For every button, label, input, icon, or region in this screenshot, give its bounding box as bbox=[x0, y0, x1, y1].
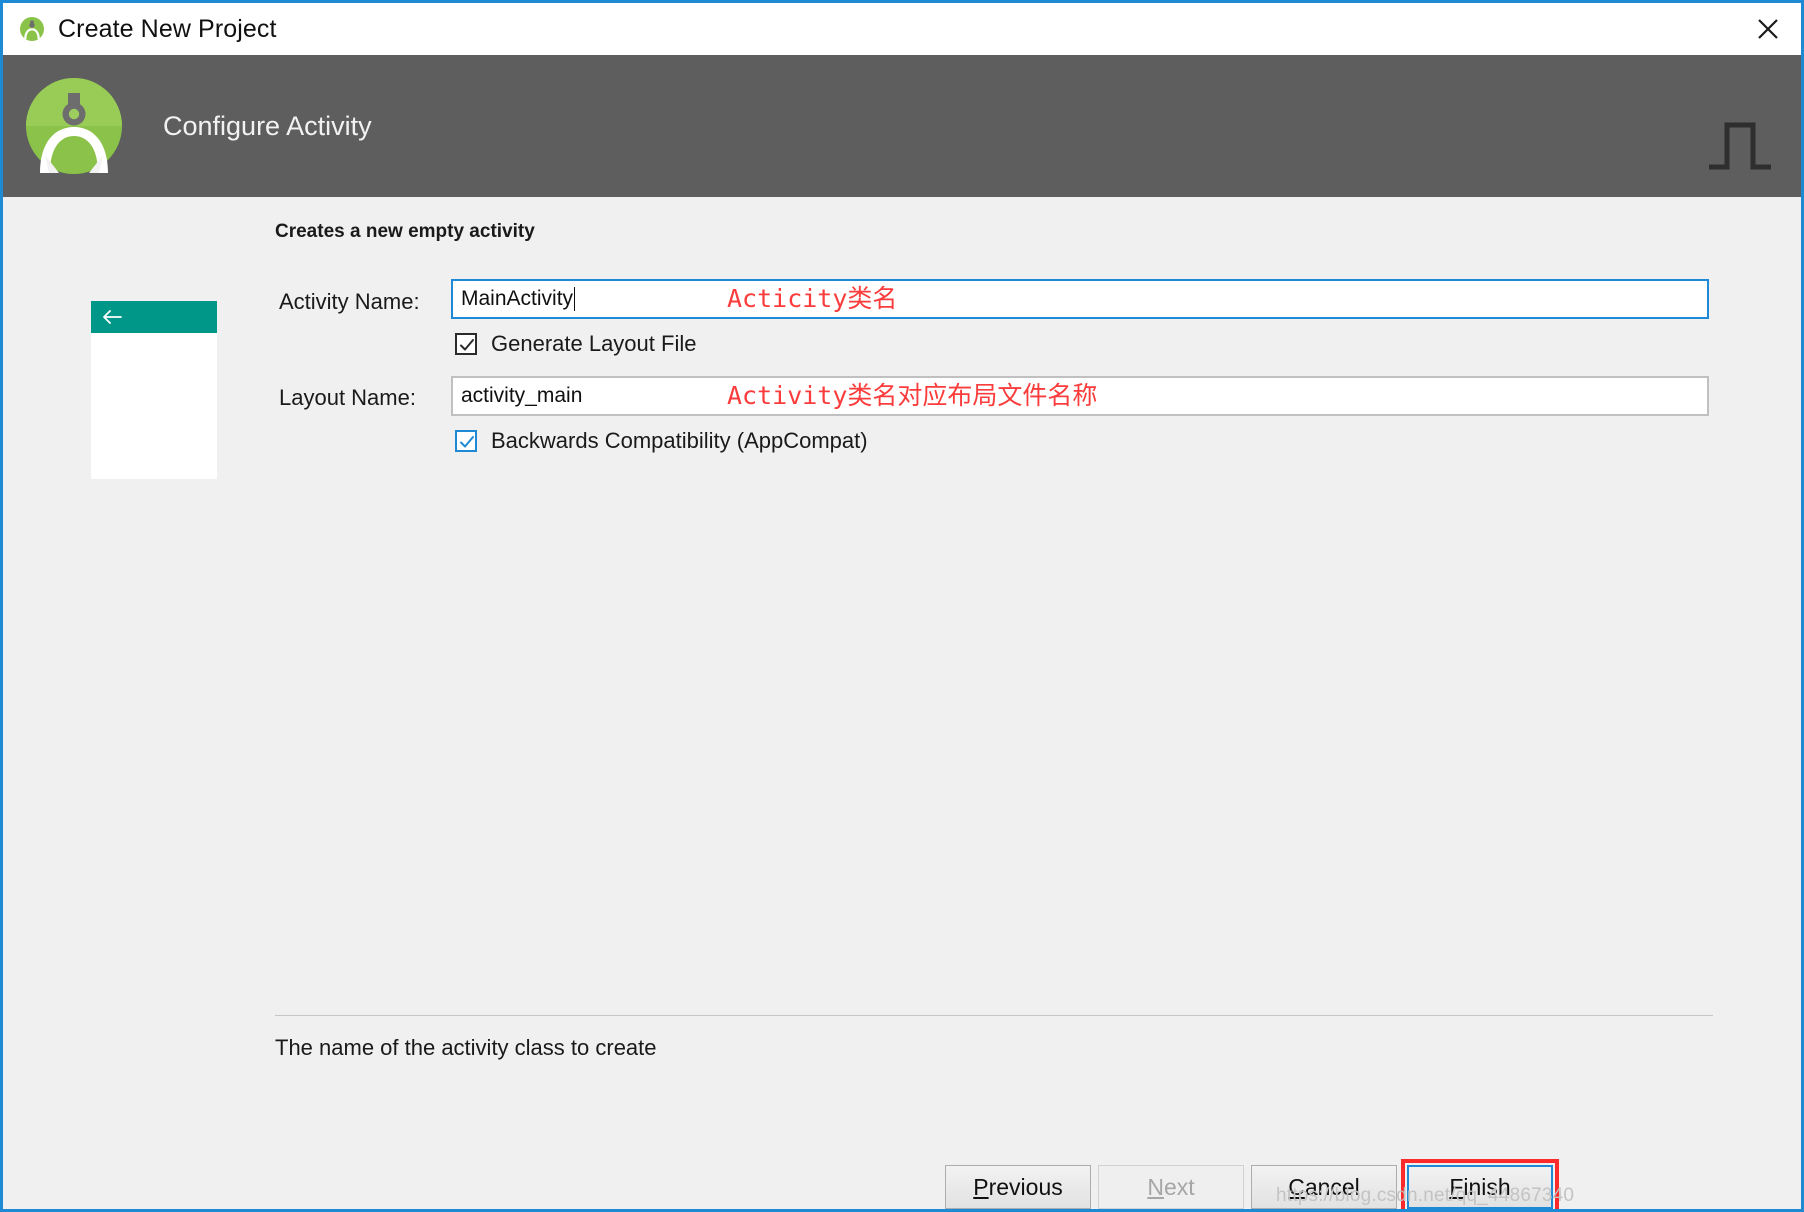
square-wave-icon bbox=[1708, 119, 1772, 171]
button-row: Previous Next Cancel Finish bbox=[3, 1165, 1801, 1209]
wizard-header: Configure Activity bbox=[3, 55, 1801, 197]
generate-layout-file-checkbox[interactable]: Generate Layout File bbox=[455, 331, 696, 357]
android-studio-icon bbox=[19, 16, 45, 42]
next-button-mnemonic: N bbox=[1147, 1173, 1164, 1200]
checkmark-icon bbox=[460, 339, 474, 351]
cancel-button-label: ancel bbox=[1304, 1173, 1360, 1200]
create-new-project-dialog: Create New Project Configure Activity Cr… bbox=[0, 0, 1804, 1212]
window-title: Create New Project bbox=[58, 14, 277, 43]
previous-button[interactable]: Previous bbox=[945, 1165, 1091, 1209]
next-button: Next bbox=[1098, 1165, 1244, 1209]
footer-divider bbox=[275, 1015, 1713, 1016]
layout-name-value: activity_main bbox=[461, 384, 583, 407]
layout-name-label: Layout Name: bbox=[279, 385, 416, 410]
layout-name-input[interactable]: activity_main bbox=[451, 376, 1709, 416]
section-caption: Creates a new empty activity bbox=[275, 221, 535, 242]
finish-button-mnemonic: F bbox=[1449, 1173, 1464, 1200]
checkmark-icon bbox=[460, 436, 474, 448]
title-bar: Create New Project bbox=[3, 3, 1801, 55]
checkbox-label: Generate Layout File bbox=[491, 331, 697, 356]
android-studio-logo bbox=[25, 77, 123, 175]
preview-appbar bbox=[91, 301, 217, 333]
checkbox-box bbox=[455, 333, 477, 355]
close-icon[interactable] bbox=[1735, 3, 1801, 55]
activity-name-input[interactable]: MainActivity bbox=[451, 279, 1709, 319]
finish-button[interactable]: Finish bbox=[1407, 1165, 1553, 1209]
wizard-body: Creates a new empty activity Activity Na… bbox=[3, 197, 1801, 1209]
checkbox-label: Backwards Compatibility (AppCompat) bbox=[491, 428, 868, 453]
activity-name-value: MainActivity bbox=[461, 287, 574, 310]
activity-preview-thumbnail bbox=[91, 301, 217, 479]
cancel-button-mnemonic: C bbox=[1288, 1173, 1305, 1200]
backwards-compatibility-checkbox[interactable]: Backwards Compatibility (AppCompat) bbox=[455, 428, 868, 454]
activity-name-label: Activity Name: bbox=[279, 289, 420, 314]
cancel-button[interactable]: Cancel bbox=[1251, 1165, 1397, 1209]
help-text: The name of the activity class to create bbox=[275, 1035, 657, 1060]
previous-button-label: revious bbox=[988, 1173, 1063, 1200]
back-arrow-icon bbox=[101, 309, 123, 325]
checkbox-box bbox=[455, 430, 477, 452]
finish-button-label: inish bbox=[1463, 1173, 1511, 1200]
text-caret bbox=[574, 287, 576, 311]
header-title: Configure Activity bbox=[163, 110, 372, 141]
previous-button-mnemonic: P bbox=[973, 1173, 989, 1200]
next-button-label: ext bbox=[1163, 1173, 1195, 1200]
